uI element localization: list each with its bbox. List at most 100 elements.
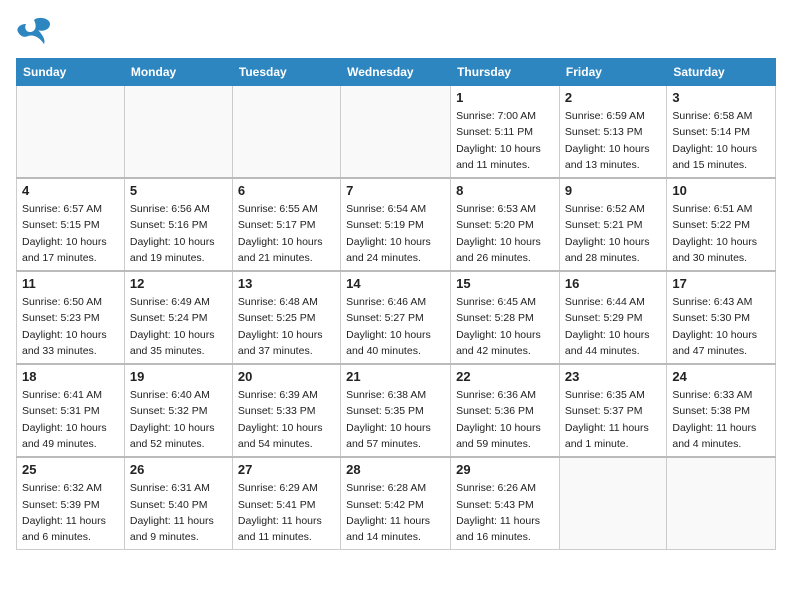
day-number: 29 xyxy=(456,462,554,477)
calendar-week-3: 11 Sunrise: 6:50 AM Sunset: 5:23 PM Dayli… xyxy=(17,271,776,364)
day-number: 18 xyxy=(22,369,119,384)
day-info: Sunrise: 6:56 AM Sunset: 5:16 PM Dayligh… xyxy=(130,201,227,266)
calendar-cell xyxy=(559,457,666,550)
logo xyxy=(16,16,56,46)
calendar-cell xyxy=(667,457,776,550)
calendar-table: SundayMondayTuesdayWednesdayThursdayFrid… xyxy=(16,58,776,550)
calendar-cell: 19Sunrise: 6:40 AM Sunset: 5:32 PM Dayli… xyxy=(124,364,232,457)
calendar-header-row: SundayMondayTuesdayWednesdayThursdayFrid… xyxy=(17,59,776,86)
calendar-cell: 5 Sunrise: 6:56 AM Sunset: 5:16 PM Daylig… xyxy=(124,178,232,271)
calendar-cell: 29 Sunrise: 6:26 AM Sunset: 5:43 PM Dayli… xyxy=(451,457,560,550)
calendar-cell: 6 Sunrise: 6:55 AM Sunset: 5:17 PM Daylig… xyxy=(232,178,340,271)
day-info: Sunrise: 6:59 AM Sunset: 5:13 PM Dayligh… xyxy=(565,108,661,173)
day-number: 7 xyxy=(346,183,445,198)
day-info: Sunrise: 6:33 AM Sunset: 5:38 PM Dayligh… xyxy=(672,387,770,452)
day-number: 24 xyxy=(672,369,770,384)
calendar-cell: 15Sunrise: 6:45 AM Sunset: 5:28 PM Dayli… xyxy=(451,271,560,364)
day-number: 14 xyxy=(346,276,445,291)
day-info: Sunrise: 6:32 AM Sunset: 5:39 PM Dayligh… xyxy=(22,480,119,545)
calendar-cell: 18 Sunrise: 6:41 AM Sunset: 5:31 PM Dayli… xyxy=(17,364,125,457)
day-number: 19 xyxy=(130,369,227,384)
calendar-cell: 24 Sunrise: 6:33 AM Sunset: 5:38 PM Dayli… xyxy=(667,364,776,457)
day-info: Sunrise: 6:44 AM Sunset: 5:29 PM Dayligh… xyxy=(565,294,661,359)
calendar-cell: 27 Sunrise: 6:29 AM Sunset: 5:41 PM Dayli… xyxy=(232,457,340,550)
day-number: 10 xyxy=(672,183,770,198)
calendar-cell: 21 Sunrise: 6:38 AM Sunset: 5:35 PM Dayli… xyxy=(341,364,451,457)
calendar-cell: 4Sunrise: 6:57 AM Sunset: 5:15 PM Daylig… xyxy=(17,178,125,271)
day-info: Sunrise: 6:41 AM Sunset: 5:31 PM Dayligh… xyxy=(22,387,119,452)
col-header-wednesday: Wednesday xyxy=(341,59,451,86)
day-number: 1 xyxy=(456,90,554,105)
calendar-cell: 12Sunrise: 6:49 AM Sunset: 5:24 PM Dayli… xyxy=(124,271,232,364)
calendar-cell: 25Sunrise: 6:32 AM Sunset: 5:39 PM Dayli… xyxy=(17,457,125,550)
day-info: Sunrise: 6:48 AM Sunset: 5:25 PM Dayligh… xyxy=(238,294,335,359)
calendar-cell: 11 Sunrise: 6:50 AM Sunset: 5:23 PM Dayli… xyxy=(17,271,125,364)
calendar-cell: 7 Sunrise: 6:54 AM Sunset: 5:19 PM Daylig… xyxy=(341,178,451,271)
day-number: 9 xyxy=(565,183,661,198)
col-header-friday: Friday xyxy=(559,59,666,86)
calendar-cell xyxy=(341,86,451,179)
day-info: Sunrise: 6:35 AM Sunset: 5:37 PM Dayligh… xyxy=(565,387,661,452)
calendar-cell: 23 Sunrise: 6:35 AM Sunset: 5:37 PM Dayli… xyxy=(559,364,666,457)
calendar-week-4: 18 Sunrise: 6:41 AM Sunset: 5:31 PM Dayli… xyxy=(17,364,776,457)
day-info: Sunrise: 6:58 AM Sunset: 5:14 PM Dayligh… xyxy=(672,108,770,173)
day-number: 3 xyxy=(672,90,770,105)
day-info: Sunrise: 7:00 AM Sunset: 5:11 PM Dayligh… xyxy=(456,108,554,173)
day-info: Sunrise: 6:49 AM Sunset: 5:24 PM Dayligh… xyxy=(130,294,227,359)
col-header-monday: Monday xyxy=(124,59,232,86)
calendar-cell: 22 Sunrise: 6:36 AM Sunset: 5:36 PM Dayli… xyxy=(451,364,560,457)
col-header-sunday: Sunday xyxy=(17,59,125,86)
day-info: Sunrise: 6:53 AM Sunset: 5:20 PM Dayligh… xyxy=(456,201,554,266)
calendar-cell: 26Sunrise: 6:31 AM Sunset: 5:40 PM Dayli… xyxy=(124,457,232,550)
day-number: 27 xyxy=(238,462,335,477)
day-info: Sunrise: 6:36 AM Sunset: 5:36 PM Dayligh… xyxy=(456,387,554,452)
calendar-cell xyxy=(124,86,232,179)
calendar-cell: 2 Sunrise: 6:59 AM Sunset: 5:13 PM Daylig… xyxy=(559,86,666,179)
day-number: 5 xyxy=(130,183,227,198)
calendar-week-5: 25Sunrise: 6:32 AM Sunset: 5:39 PM Dayli… xyxy=(17,457,776,550)
calendar-cell: 20Sunrise: 6:39 AM Sunset: 5:33 PM Dayli… xyxy=(232,364,340,457)
calendar-cell: 10 Sunrise: 6:51 AM Sunset: 5:22 PM Dayli… xyxy=(667,178,776,271)
day-info: Sunrise: 6:46 AM Sunset: 5:27 PM Dayligh… xyxy=(346,294,445,359)
day-info: Sunrise: 6:43 AM Sunset: 5:30 PM Dayligh… xyxy=(672,294,770,359)
day-info: Sunrise: 6:38 AM Sunset: 5:35 PM Dayligh… xyxy=(346,387,445,452)
day-info: Sunrise: 6:28 AM Sunset: 5:42 PM Dayligh… xyxy=(346,480,445,545)
day-number: 13 xyxy=(238,276,335,291)
page-header xyxy=(16,16,776,46)
calendar-cell: 1 Sunrise: 7:00 AM Sunset: 5:11 PM Daylig… xyxy=(451,86,560,179)
day-info: Sunrise: 6:54 AM Sunset: 5:19 PM Dayligh… xyxy=(346,201,445,266)
day-info: Sunrise: 6:50 AM Sunset: 5:23 PM Dayligh… xyxy=(22,294,119,359)
day-info: Sunrise: 6:55 AM Sunset: 5:17 PM Dayligh… xyxy=(238,201,335,266)
calendar-cell: 17 Sunrise: 6:43 AM Sunset: 5:30 PM Dayli… xyxy=(667,271,776,364)
day-number: 20 xyxy=(238,369,335,384)
day-info: Sunrise: 6:51 AM Sunset: 5:22 PM Dayligh… xyxy=(672,201,770,266)
day-number: 28 xyxy=(346,462,445,477)
calendar-cell: 8 Sunrise: 6:53 AM Sunset: 5:20 PM Daylig… xyxy=(451,178,560,271)
col-header-saturday: Saturday xyxy=(667,59,776,86)
calendar-cell: 9 Sunrise: 6:52 AM Sunset: 5:21 PM Daylig… xyxy=(559,178,666,271)
calendar-cell xyxy=(232,86,340,179)
day-number: 17 xyxy=(672,276,770,291)
col-header-thursday: Thursday xyxy=(451,59,560,86)
day-number: 23 xyxy=(565,369,661,384)
calendar-cell: 16 Sunrise: 6:44 AM Sunset: 5:29 PM Dayli… xyxy=(559,271,666,364)
day-info: Sunrise: 6:52 AM Sunset: 5:21 PM Dayligh… xyxy=(565,201,661,266)
calendar-cell: 3 Sunrise: 6:58 AM Sunset: 5:14 PM Daylig… xyxy=(667,86,776,179)
day-number: 21 xyxy=(346,369,445,384)
day-info: Sunrise: 6:29 AM Sunset: 5:41 PM Dayligh… xyxy=(238,480,335,545)
calendar-cell: 13 Sunrise: 6:48 AM Sunset: 5:25 PM Dayli… xyxy=(232,271,340,364)
calendar-cell: 28 Sunrise: 6:28 AM Sunset: 5:42 PM Dayli… xyxy=(341,457,451,550)
day-number: 26 xyxy=(130,462,227,477)
calendar-cell xyxy=(17,86,125,179)
day-number: 11 xyxy=(22,276,119,291)
day-number: 22 xyxy=(456,369,554,384)
col-header-tuesday: Tuesday xyxy=(232,59,340,86)
day-number: 4 xyxy=(22,183,119,198)
day-info: Sunrise: 6:26 AM Sunset: 5:43 PM Dayligh… xyxy=(456,480,554,545)
day-number: 6 xyxy=(238,183,335,198)
day-number: 8 xyxy=(456,183,554,198)
day-number: 16 xyxy=(565,276,661,291)
day-number: 2 xyxy=(565,90,661,105)
calendar-week-1: 1 Sunrise: 7:00 AM Sunset: 5:11 PM Daylig… xyxy=(17,86,776,179)
calendar-cell: 14 Sunrise: 6:46 AM Sunset: 5:27 PM Dayli… xyxy=(341,271,451,364)
